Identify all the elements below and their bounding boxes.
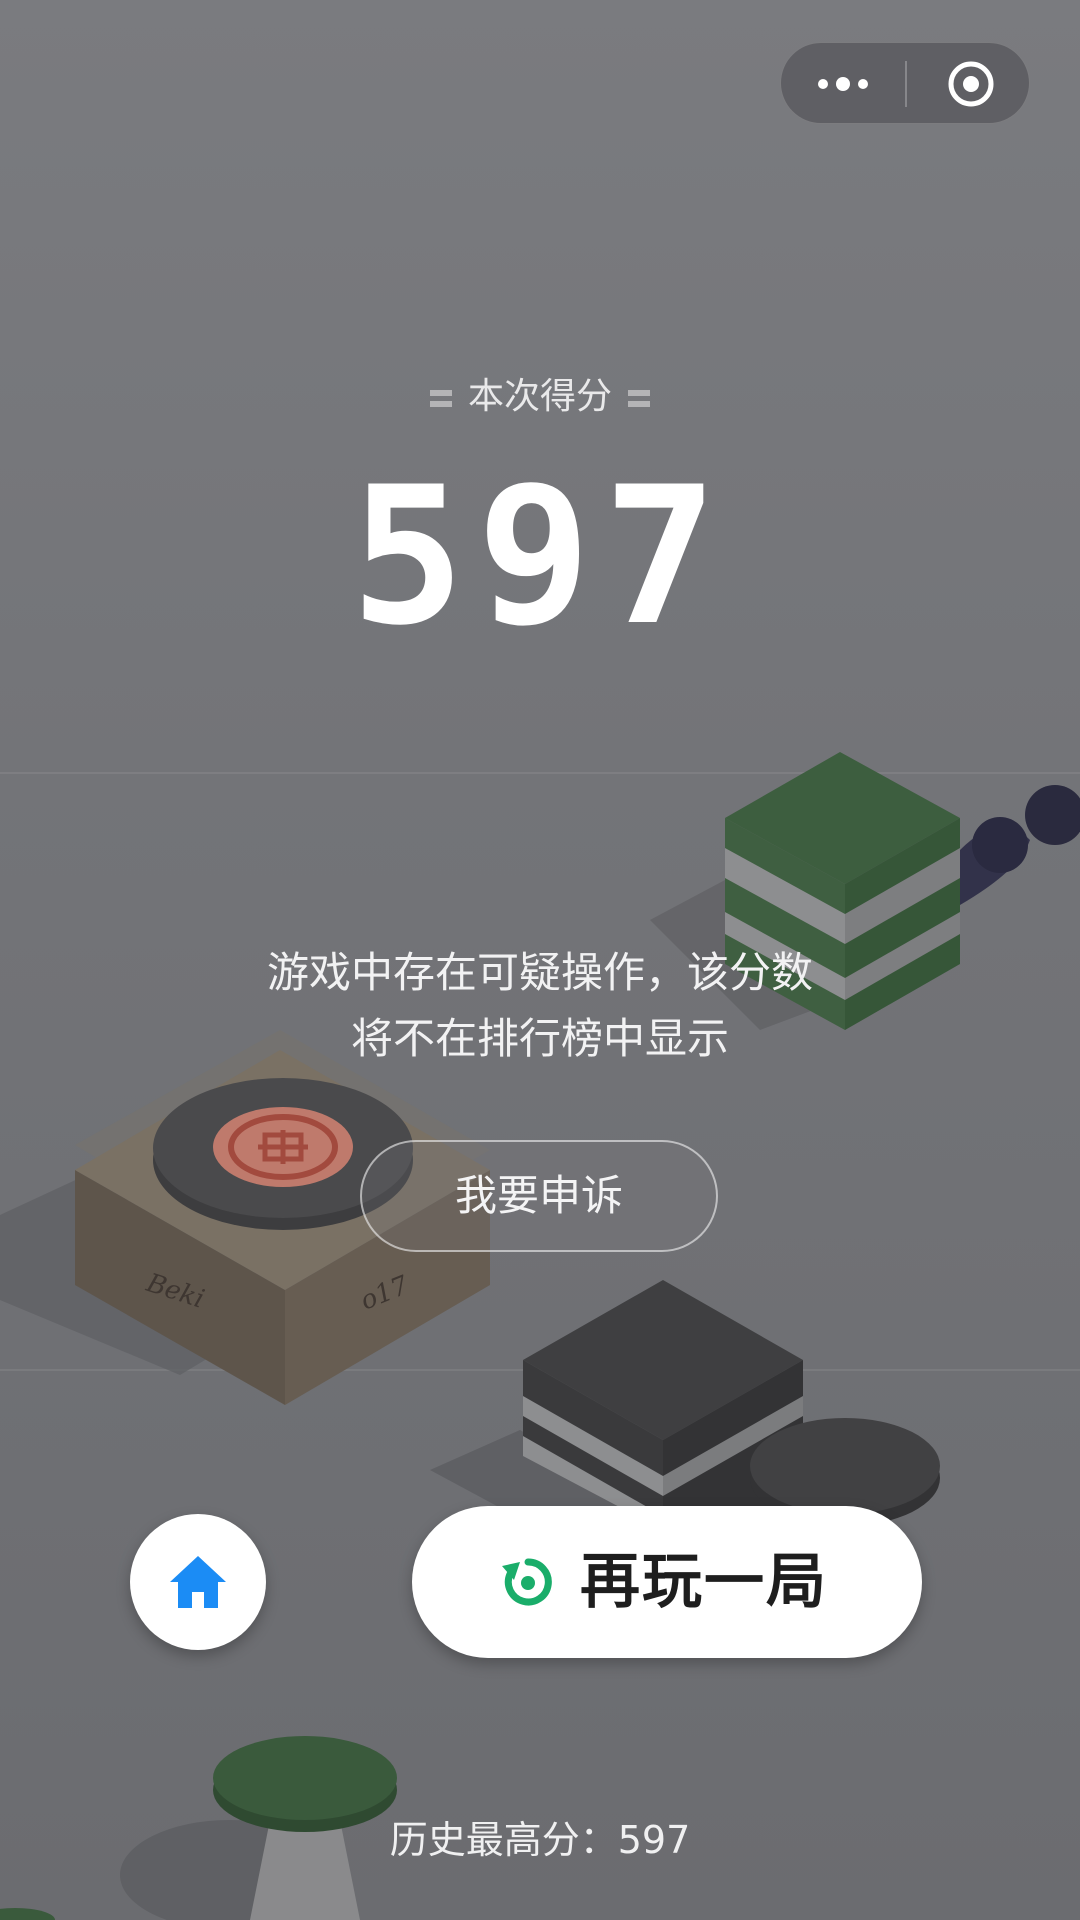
- current-score: 597: [350, 446, 730, 667]
- score-label: 本次得分: [0, 372, 1080, 422]
- replay-button[interactable]: 再玩一局: [412, 1506, 922, 1658]
- appeal-button[interactable]: 我要申诉: [360, 1140, 718, 1252]
- home-button[interactable]: [130, 1514, 266, 1650]
- warning-line-2: 将不在排行榜中显示: [350, 1014, 729, 1063]
- warning-line-1: 游戏中存在可疑操作，该分数: [266, 948, 813, 997]
- best-score-value: 597: [617, 1818, 691, 1862]
- suspicious-warning: 游戏中存在可疑操作，该分数 将不在排行榜中显示: [140, 940, 940, 1072]
- home-icon: [170, 1556, 226, 1608]
- replay-label: 再玩一局: [580, 1547, 828, 1617]
- best-score: 历史最高分：597: [0, 1812, 1080, 1868]
- replay-icon: [502, 1558, 552, 1606]
- score-label-text: 本次得分: [467, 376, 612, 417]
- target-circle-icon[interactable]: [941, 43, 1001, 125]
- capsule-divider: [905, 61, 907, 107]
- left-dash-icon: [429, 388, 452, 408]
- miniprogram-capsule: [780, 42, 1030, 124]
- more-dots-icon[interactable]: [815, 43, 871, 125]
- right-dash-icon: [628, 388, 650, 408]
- best-score-label: 历史最高分：: [389, 1818, 618, 1862]
- dark-striped-block: [430, 1280, 803, 1540]
- dark-orbs: [960, 785, 1080, 905]
